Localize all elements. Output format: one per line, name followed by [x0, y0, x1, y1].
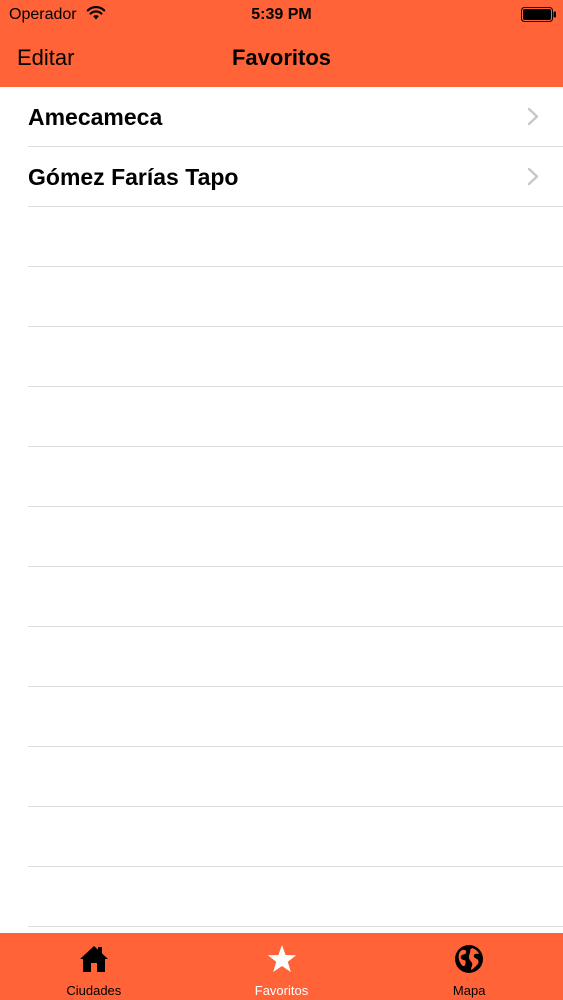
navigation-bar: Editar Favoritos — [0, 30, 563, 87]
star-icon — [267, 945, 296, 972]
empty-row — [28, 687, 563, 747]
list-item-label: Amecameca — [28, 104, 163, 130]
empty-row — [28, 567, 563, 627]
list-item[interactable]: Amecameca — [28, 87, 563, 147]
empty-row — [28, 747, 563, 807]
list-item-label: Gómez Farías Tapo — [28, 164, 239, 190]
empty-row — [28, 627, 563, 687]
empty-row — [28, 807, 563, 867]
battery-icon — [521, 7, 556, 22]
chevron-right-icon — [527, 107, 539, 126]
globe-icon — [455, 945, 484, 973]
page-title: Favoritos — [231, 45, 332, 70]
favorites-table[interactable]: Amecameca Gómez Farías Tapo — [0, 87, 563, 933]
chevron-right-icon — [527, 167, 539, 186]
tab-label: Favoritos — [254, 983, 309, 998]
screen: Operador 5:39 PM Editar Favoritos Amecam… — [0, 0, 563, 1000]
tab-favoritos[interactable]: Favoritos — [188, 933, 376, 1000]
empty-row — [28, 387, 563, 447]
empty-row — [28, 447, 563, 507]
empty-row — [28, 507, 563, 567]
house-icon — [79, 946, 108, 972]
empty-row — [28, 327, 563, 387]
tab-label: Mapa — [452, 983, 486, 998]
empty-row — [28, 867, 563, 927]
empty-row — [28, 207, 563, 267]
list-item[interactable]: Gómez Farías Tapo — [28, 147, 563, 207]
tab-bar: Ciudades Favoritos Mapa — [0, 933, 563, 1000]
status-time: 5:39 PM — [251, 6, 312, 23]
tab-mapa[interactable]: Mapa — [375, 933, 563, 1000]
header: Operador 5:39 PM Editar Favoritos — [0, 0, 563, 87]
empty-row — [28, 267, 563, 327]
tab-label: Ciudades — [66, 983, 122, 998]
tab-ciudades[interactable]: Ciudades — [0, 933, 188, 1000]
status-bar: Operador 5:39 PM — [0, 0, 563, 30]
